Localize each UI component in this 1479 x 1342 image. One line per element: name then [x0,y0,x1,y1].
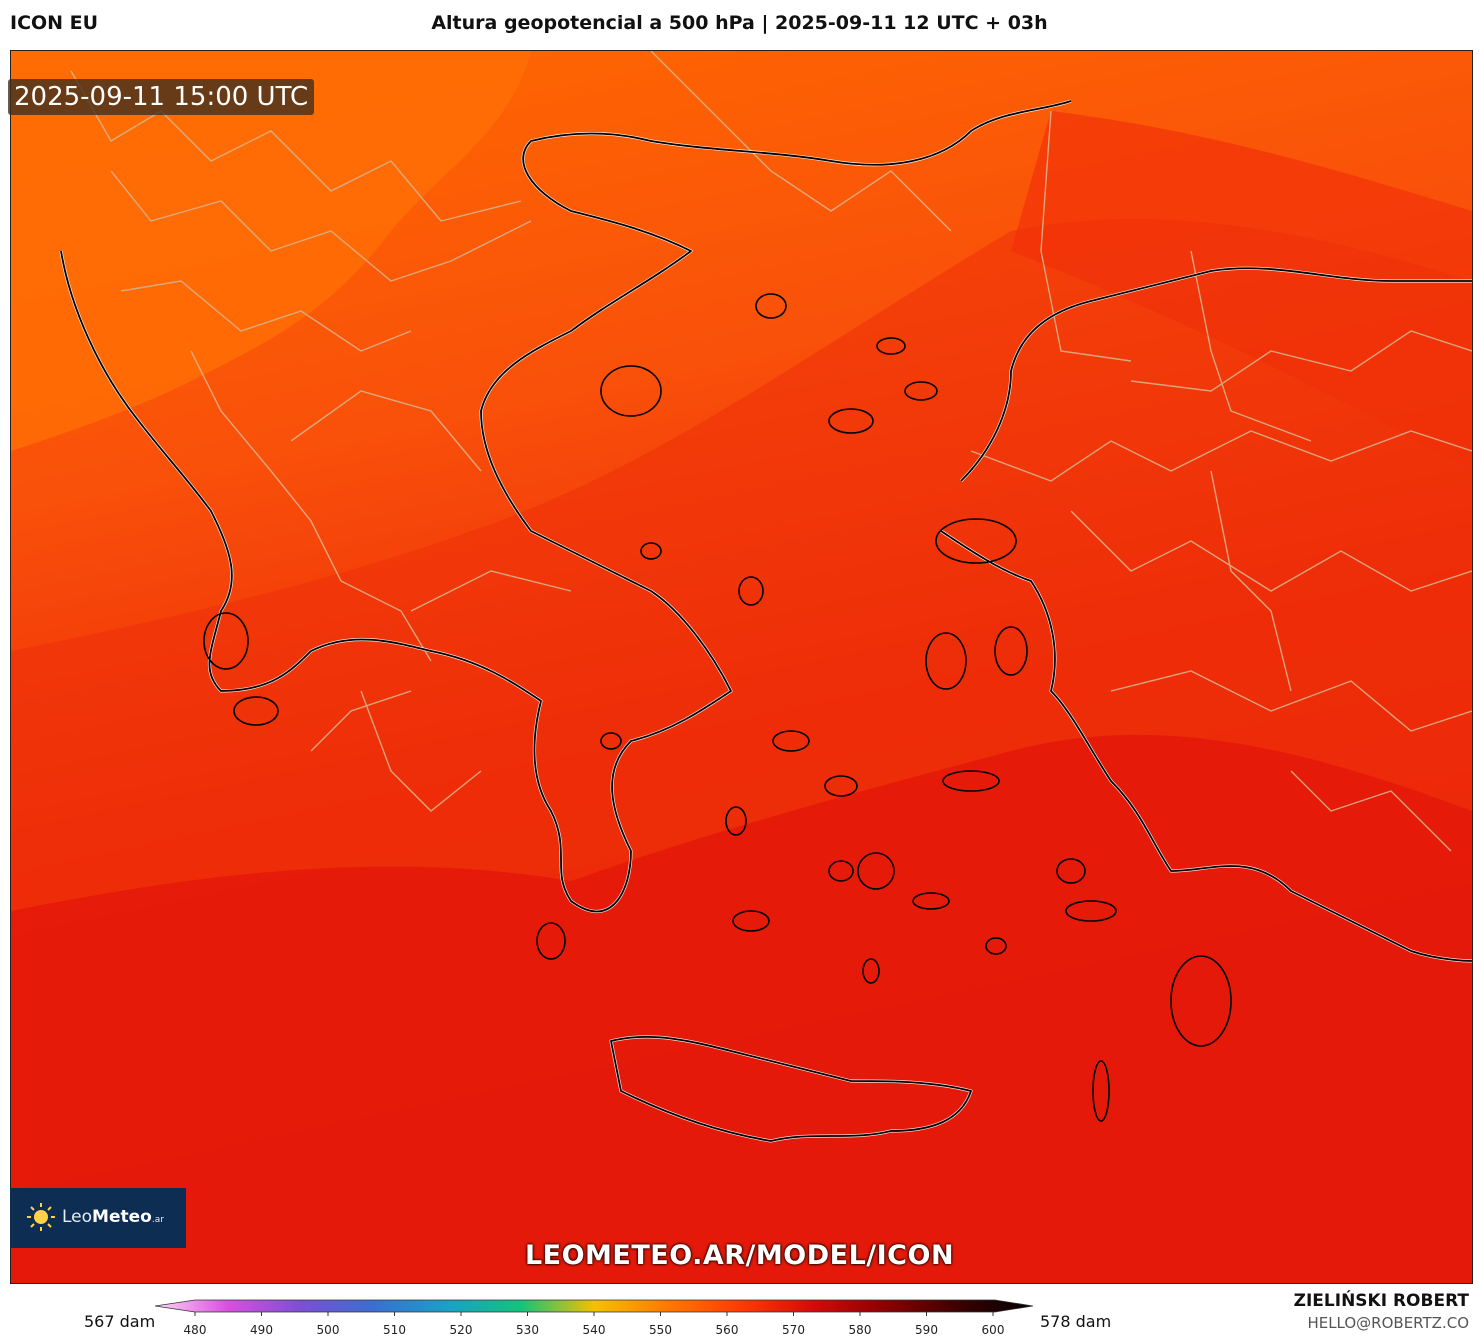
site-watermark: LEOMETEO.AR/MODEL/ICON [524,1240,955,1271]
colorbar-tick-label: 550 [649,1323,672,1337]
logo-text: LeoMeteo.ar [62,1207,164,1227]
leometeo-logo[interactable]: LeoMeteo.ar [10,1188,186,1248]
colorbar-tick-label: 530 [516,1323,539,1337]
sun-icon [27,1203,55,1231]
valid-time-badge: 2025-09-11 15:00 UTC [8,79,315,115]
colorbar-tick-label: 590 [915,1323,938,1337]
colorbar-tick-label: 570 [782,1323,805,1337]
colorbar-tick-label: 520 [450,1323,473,1337]
colorbar-ticks: 480 490 500 510 520 530 540 550 560 570 580 590 600 [184,1312,1005,1337]
author-email[interactable]: HELLO@ROBERTZ.CO [1307,1314,1469,1332]
colorbar-max-label: 578 dam [1040,1312,1112,1331]
map-svg [11,51,1472,1283]
colorbar: 480 490 500 510 520 530 540 550 560 570 580 590 600 [154,1298,1035,1338]
colorbar-ramp [154,1299,1034,1313]
colorbar-tick-label: 510 [383,1323,406,1337]
colorbar-tick-label: 600 [982,1323,1005,1337]
author-name: ZIELIŃSKI ROBERT [1293,1291,1469,1311]
map-canvas[interactable] [10,50,1473,1284]
colorbar-tick-label: 480 [184,1323,207,1337]
colorbar-svg: 480 490 500 510 520 530 540 550 560 570 580 590 600 [154,1299,1034,1337]
colorbar-tick-label: 540 [583,1323,606,1337]
chart-title: Altura geopotencial a 500 hPa | 2025-09-… [431,12,1048,34]
colorbar-tick-label: 500 [317,1323,340,1337]
colorbar-tick-label: 580 [849,1323,872,1337]
colorbar-tick-label: 490 [250,1323,273,1337]
colorbar-min-label: 567 dam [84,1312,156,1331]
colorbar-tick-label: 560 [716,1323,739,1337]
